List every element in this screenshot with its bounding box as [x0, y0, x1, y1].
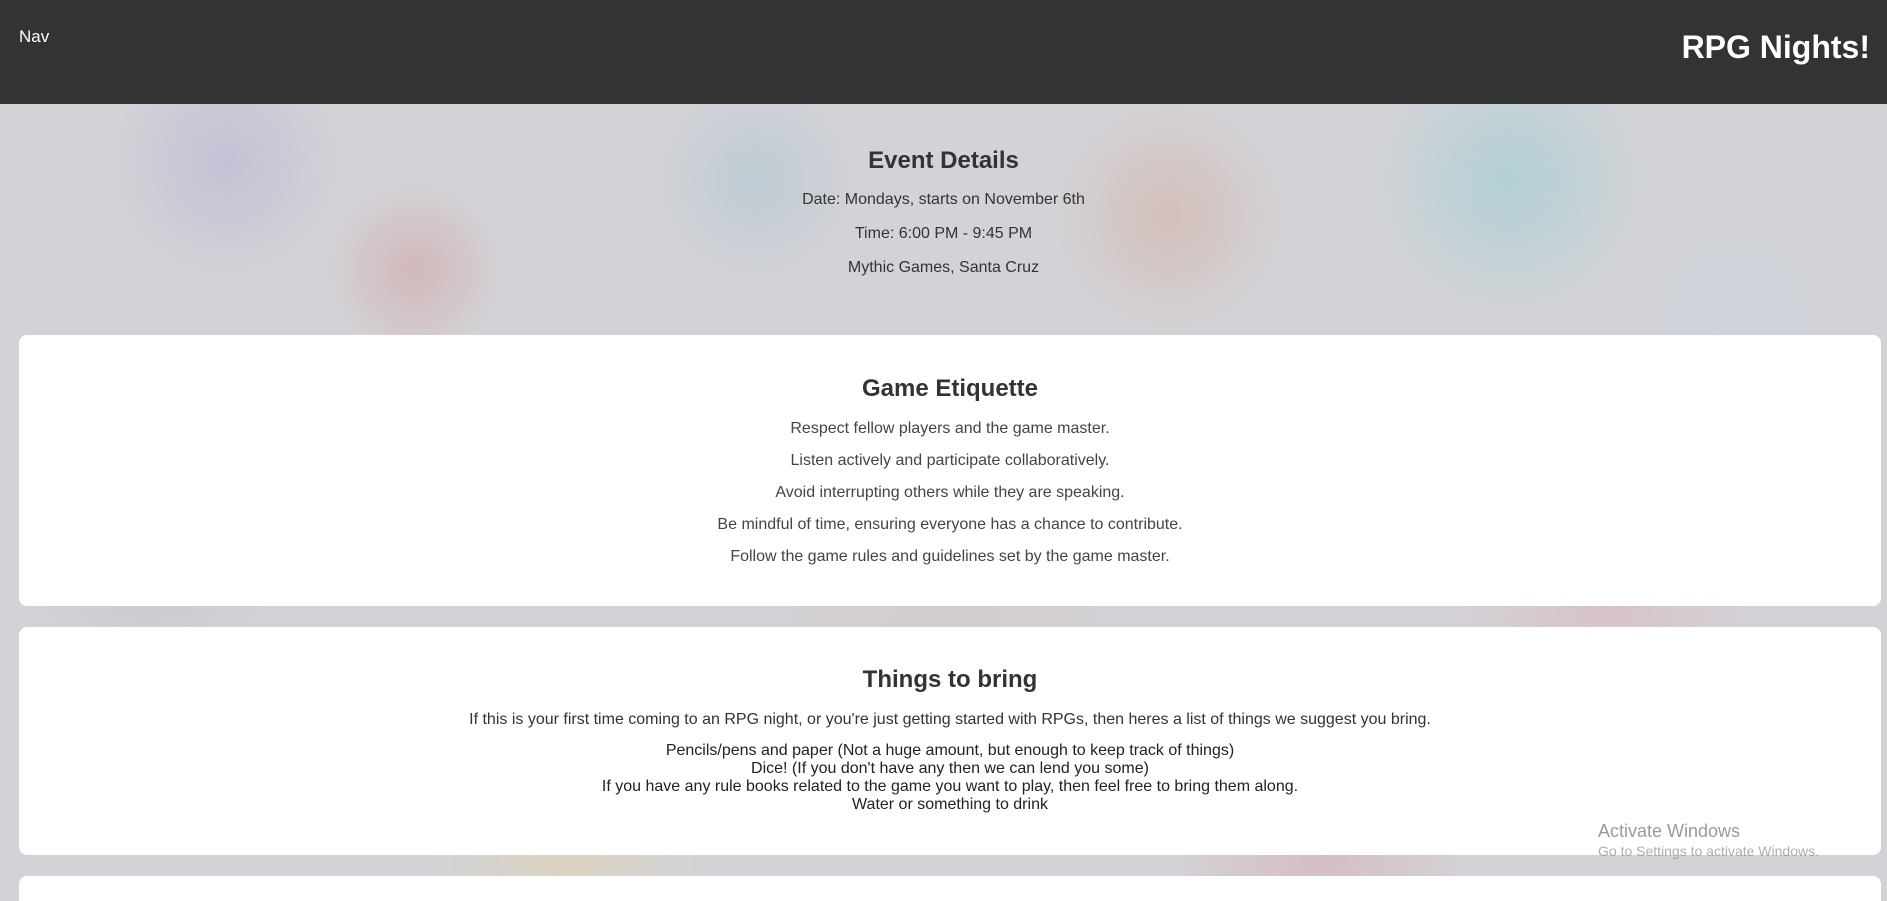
things-to-bring-list: Pencils/pens and paper (Not a huge amoun…: [19, 742, 1881, 814]
things-to-bring-intro: If this is your first time coming to an …: [469, 711, 1431, 728]
game-etiquette-heading: Game Etiquette: [861, 375, 1039, 402]
bring-item: If you have any rule books related to th…: [601, 778, 1299, 795]
bring-item: Dice! (If you don't have any then we can…: [751, 760, 1149, 777]
event-time: Time: 6:00 PM - 9:45 PM: [854, 225, 1033, 242]
next-section-card: [19, 876, 1881, 901]
etiquette-item: Avoid interrupting others while they are…: [775, 484, 1125, 501]
page: Nav RPG Nights! Event Details Date: Mond…: [0, 0, 1887, 901]
etiquette-item: Follow the game rules and guidelines set…: [730, 548, 1170, 565]
watermark-title: Activate Windows: [1598, 821, 1741, 841]
things-to-bring-heading: Things to bring: [862, 666, 1038, 693]
etiquette-list: Respect fellow players and the game mast…: [19, 419, 1881, 566]
etiquette-item: Listen actively and participate collabor…: [790, 452, 1110, 469]
watermark-subtitle: Go to Settings to activate Windows.: [1598, 843, 1819, 859]
bring-item: Pencils/pens and paper (Not a huge amoun…: [665, 742, 1235, 759]
site-header: Nav RPG Nights!: [0, 0, 1887, 104]
site-title: RPG Nights!: [1681, 29, 1870, 65]
event-location: Mythic Games, Santa Cruz: [847, 259, 1040, 276]
event-details-section: Event Details Date: Mondays, starts on N…: [0, 104, 1887, 334]
event-date: Date: Mondays, starts on November 6th: [802, 191, 1085, 208]
game-etiquette-card: Game Etiquette Respect fellow players an…: [19, 335, 1881, 606]
nav-link[interactable]: Nav: [19, 27, 49, 47]
etiquette-item: Respect fellow players and the game mast…: [790, 420, 1110, 437]
event-details-heading: Event Details: [868, 147, 1019, 174]
etiquette-item: Be mindful of time, ensuring everyone ha…: [717, 516, 1183, 533]
bring-item: Water or something to drink: [852, 796, 1048, 813]
activate-windows-watermark: Activate Windows Go to Settings to activ…: [1598, 820, 1819, 860]
